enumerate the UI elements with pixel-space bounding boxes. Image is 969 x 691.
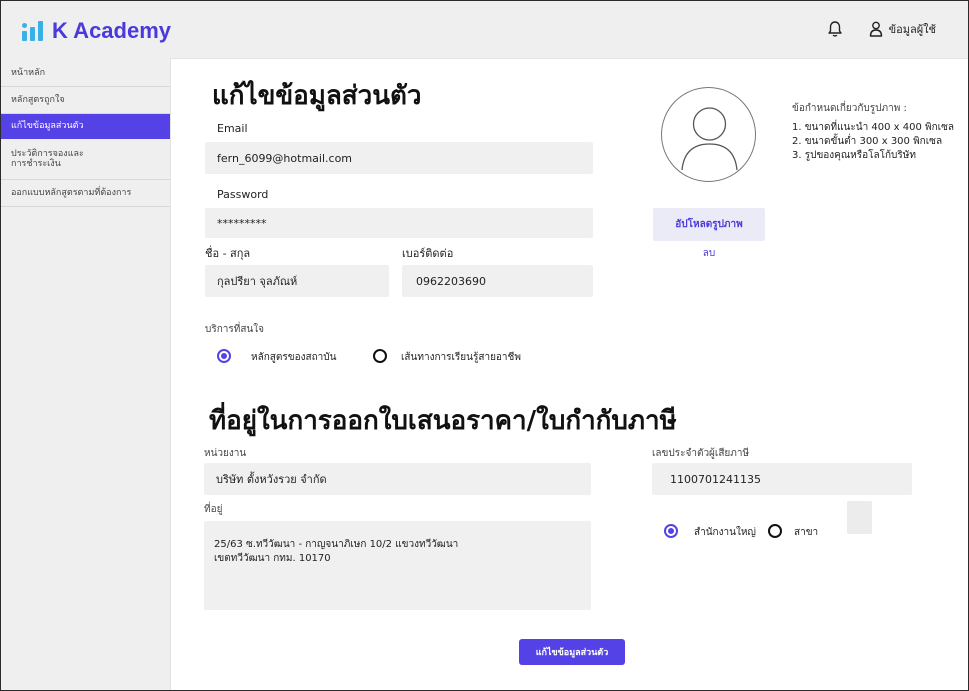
organization-value: บริษัท ตั้งหวังรวย จำกัด [216,473,327,486]
sidebar-item-label: แก้ไขข้อมูลส่วนตัว [11,121,84,131]
user-icon[interactable] [869,21,883,37]
branch-radio-branch[interactable] [768,524,782,538]
sidebar-item-home[interactable]: หน้าหลัก [1,58,170,87]
photo-requirement-item: 2. ขนาดขั้นต่ำ 300 x 300 พิกเซล [792,136,943,147]
name-value: กุลปรียา จุลภัณห์ [217,275,298,288]
interest-option-label: เส้นทางการเรียนรู้สายอาชีพ [401,352,521,363]
password-field[interactable]: ********* [205,208,593,238]
branch-option-label: สาขา [794,527,819,538]
user-profile-link[interactable]: ข้อมูลผู้ใช้ [889,20,936,38]
email-label: Email [217,122,248,135]
address-textarea[interactable]: 25/63 ซ.ทวีวัฒนา - กาญจนาภิเษก 10/2 แขวง… [204,521,591,610]
sidebar-item-label-line1: ประวัติการจองและ [11,149,84,159]
save-profile-button[interactable]: แก้ไขข้อมูลส่วนตัว [519,639,625,665]
tax-id-label: เลขประจำตัวผู้เสียภาษี [652,448,750,459]
top-header: K Academy ข้อมูลผู้ใช้ [1,1,968,59]
email-value: fern_6099@hotmail.com [217,151,353,165]
sidebar-item-label: ออกแบบหลักสูตรตามที่ต้องการ [11,188,132,198]
logo-bars-icon [22,20,44,42]
interest-radio-career-path[interactable] [373,349,387,363]
app-frame: K Academy ข้อมูลผู้ใช้ หน้าหลัก หลักสูตร… [0,0,969,691]
main-content: แก้ไขข้อมูลส่วนตัว Email fern_6099@hotma… [183,58,968,690]
sidebar-item-label: หน้าหลัก [11,68,46,78]
organization-field[interactable]: บริษัท ตั้งหวังรวย จำกัด [204,463,591,495]
photo-requirements: ข้อกำหนดเกี่ยวกับรูปภาพ : 1. ขนาดที่แนะน… [792,102,954,163]
interest-option-label: หลักสูตรของสถาบัน [251,352,337,363]
tax-id-field[interactable]: 1100701241135 [652,463,912,495]
brand-name: K Academy [52,18,172,43]
address-line: 25/63 ซ.ทวีวัฒนา - กาญจนาภิเษก 10/2 แขวง… [214,539,459,550]
photo-requirements-title: ข้อกำหนดเกี่ยวกับรูปภาพ : [792,103,907,114]
sidebar-item-favorite-courses[interactable]: หลักสูตรถูกใจ [1,87,170,114]
user-placeholder-icon [681,107,738,171]
tax-id-value: 1100701241135 [670,472,761,486]
sidebar-item-edit-profile[interactable]: แก้ไขข้อมูลส่วนตัว [1,114,170,139]
upload-photo-button[interactable]: อัปโหลดรูปภาพ [653,208,765,241]
sidebar: หน้าหลัก หลักสูตรถูกใจ แก้ไขข้อมูลส่วนตั… [1,58,171,690]
billing-section-title: ที่อยู่ในการออกใบเสนอราคา/ใบกำกับภาษี [209,406,677,436]
header-actions: ข้อมูลผู้ใช้ [827,20,936,38]
phone-value: 0962203690 [416,274,486,288]
phone-field[interactable]: 0962203690 [402,265,593,297]
address-label: ที่อยู่ [204,504,223,515]
sidebar-item-label-line2: การชำระเงิน [11,159,61,169]
name-label: ชื่อ - สกุล [205,247,251,260]
address-line: เขตทวีวัฒนา กทม. 10170 [214,553,331,564]
sidebar-item-booking-history[interactable]: ประวัติการจองและ การชำระเงิน [1,139,170,180]
password-label: Password [217,188,269,201]
page-title: แก้ไขข้อมูลส่วนตัว [212,81,422,111]
branch-option-label: สำนักงานใหญ่ [694,527,756,538]
delete-photo-link[interactable]: ลบ [653,246,765,261]
avatar [661,87,756,182]
phone-label: เบอร์ติดต่อ [402,247,454,260]
name-field[interactable]: กุลปรียา จุลภัณห์ [205,265,389,297]
password-value: ********* [217,216,267,230]
sidebar-item-custom-course[interactable]: ออกแบบหลักสูตรตามที่ต้องการ [1,180,170,207]
sidebar-item-label: หลักสูตรถูกใจ [11,95,65,105]
organization-label: หน่วยงาน [204,448,247,459]
interest-radio-institute-courses[interactable] [217,349,231,363]
interest-label: บริการที่สนใจ [205,324,265,335]
branch-radio-head-office[interactable] [664,524,678,538]
photo-requirement-item: 1. ขนาดที่แนะนำ 400 x 400 พิกเซล [792,122,954,133]
photo-requirement-item: 3. รูปของคุณหรือโลโก้บริษัท [792,150,916,161]
branch-code-input[interactable] [847,501,872,534]
brand-logo[interactable]: K Academy [22,18,171,44]
bell-icon[interactable] [827,20,843,38]
email-field[interactable]: fern_6099@hotmail.com [205,142,593,174]
